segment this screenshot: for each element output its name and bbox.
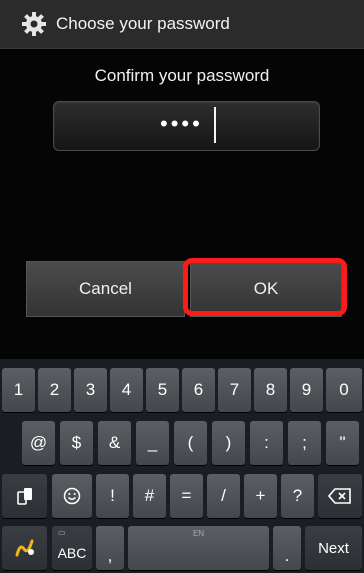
cancel-button[interactable]: Cancel: [26, 261, 185, 317]
next-key-label: Next: [318, 539, 349, 557]
key-plus[interactable]: +: [244, 474, 277, 518]
swype-logo-icon: [14, 537, 36, 559]
phone-symbols-icon: [15, 486, 35, 506]
key-3[interactable]: 3: [74, 368, 107, 412]
emoji-key[interactable]: [52, 474, 92, 518]
key-equals[interactable]: =: [170, 474, 203, 518]
key-4[interactable]: 4: [110, 368, 143, 412]
backspace-key[interactable]: [318, 474, 362, 518]
more-symbols-key[interactable]: [2, 474, 47, 518]
spacebar-language-hint: EN: [192, 529, 205, 538]
confirm-password-label: Confirm your password: [94, 66, 270, 85]
key-period[interactable]: .: [273, 526, 301, 570]
settings-gear-icon: [21, 11, 47, 37]
backspace-icon: [328, 488, 352, 504]
abc-key-label: ABC: [57, 545, 87, 561]
key-6[interactable]: 6: [182, 368, 215, 412]
key-hash[interactable]: #: [133, 474, 166, 518]
key-2[interactable]: 2: [38, 368, 71, 412]
key-underscore[interactable]: _: [136, 421, 169, 465]
key-semicolon[interactable]: ;: [288, 421, 321, 465]
password-value: ••••: [160, 111, 203, 136]
title-bar: Choose your password: [0, 0, 364, 49]
key-question[interactable]: ?: [281, 474, 314, 518]
key-right-paren[interactable]: ): [212, 421, 245, 465]
key-at[interactable]: @: [22, 421, 55, 465]
key-7[interactable]: 7: [218, 368, 251, 412]
on-screen-keyboard: 1 2 3 4 5 6 7 8 9 0 @ $ & _ ( ) : ; " ! …: [0, 359, 364, 573]
swype-key[interactable]: [2, 526, 47, 570]
spacebar[interactable]: EN: [128, 526, 269, 570]
next-key[interactable]: Next: [305, 526, 362, 570]
abc-key[interactable]: ▭ ABC: [52, 526, 92, 570]
key-ampersand[interactable]: &: [98, 421, 131, 465]
key-8[interactable]: 8: [254, 368, 287, 412]
key-5[interactable]: 5: [146, 368, 179, 412]
period-label: .: [284, 546, 290, 565]
dialog-title: Choose your password: [56, 14, 230, 33]
key-exclamation[interactable]: !: [96, 474, 129, 518]
ok-button[interactable]: OK: [190, 261, 342, 317]
smiley-icon: [63, 487, 81, 505]
key-colon[interactable]: :: [250, 421, 283, 465]
key-left-paren[interactable]: (: [174, 421, 207, 465]
key-dollar[interactable]: $: [60, 421, 93, 465]
abc-hint-icon: ▭: [58, 528, 66, 537]
key-slash[interactable]: /: [207, 474, 240, 518]
comma-label: ,: [107, 546, 113, 565]
key-1[interactable]: 1: [2, 368, 35, 412]
key-comma[interactable]: ,: [96, 526, 124, 570]
key-0[interactable]: 0: [326, 368, 362, 412]
text-cursor: [214, 107, 216, 143]
key-9[interactable]: 9: [290, 368, 323, 412]
key-quote[interactable]: ": [326, 421, 359, 465]
